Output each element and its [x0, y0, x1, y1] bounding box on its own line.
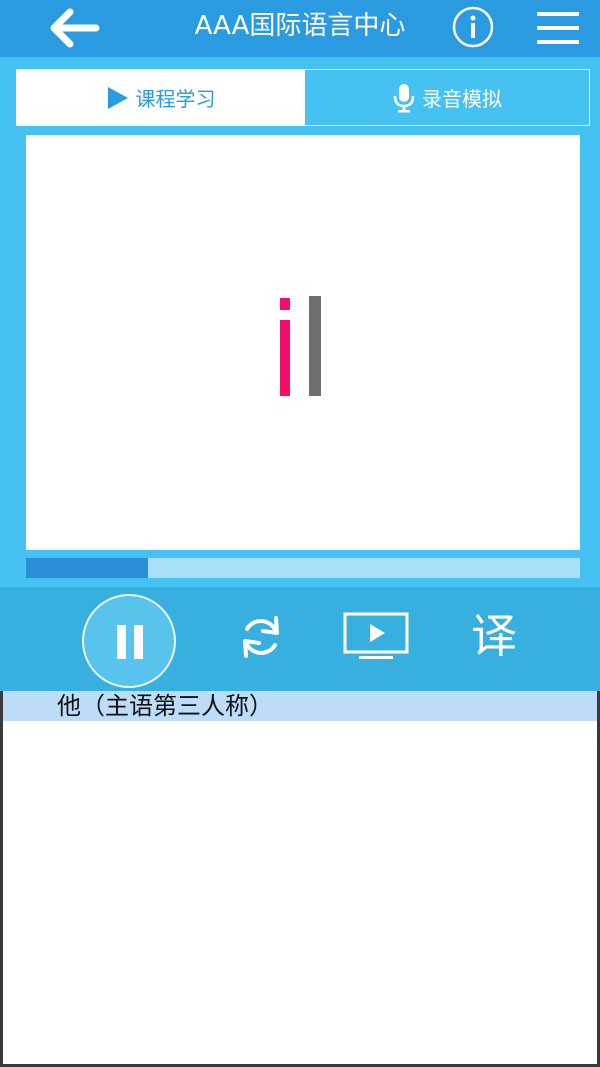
microphone-icon — [392, 83, 416, 113]
tab-course-study[interactable]: 课程学习 — [17, 70, 304, 125]
tab-course-label: 课程学习 — [135, 87, 216, 111]
video-button[interactable] — [343, 612, 409, 662]
tab-record-label: 录音模拟 — [422, 87, 502, 111]
menu-button[interactable] — [535, 10, 581, 46]
info-icon — [452, 6, 494, 48]
lesson-stage — [26, 135, 580, 550]
tab-bar: 课程学习 录音模拟 — [16, 69, 590, 126]
lesson-progress-bar[interactable] — [26, 558, 580, 578]
replay-button[interactable] — [236, 612, 286, 662]
arrow-left-icon — [50, 8, 100, 48]
translate-button[interactable]: 译 — [466, 608, 522, 664]
letter-i-stem — [280, 320, 290, 396]
info-button[interactable] — [452, 6, 494, 48]
tab-recording-simulation[interactable]: 录音模拟 — [304, 70, 589, 125]
back-button[interactable] — [48, 8, 102, 48]
progress-fill — [26, 558, 148, 578]
subtitle-text: 他（主语第三人称） — [57, 692, 273, 720]
play-triangle-icon — [106, 86, 130, 110]
refresh-icon — [243, 616, 279, 658]
page-title: AAA国际语言中心 — [194, 11, 406, 41]
pause-button[interactable] — [82, 594, 176, 688]
hamburger-menu-icon — [537, 12, 579, 44]
letter-l — [309, 296, 321, 396]
letter-i-dot — [280, 298, 290, 310]
video-play-icon — [343, 612, 409, 659]
